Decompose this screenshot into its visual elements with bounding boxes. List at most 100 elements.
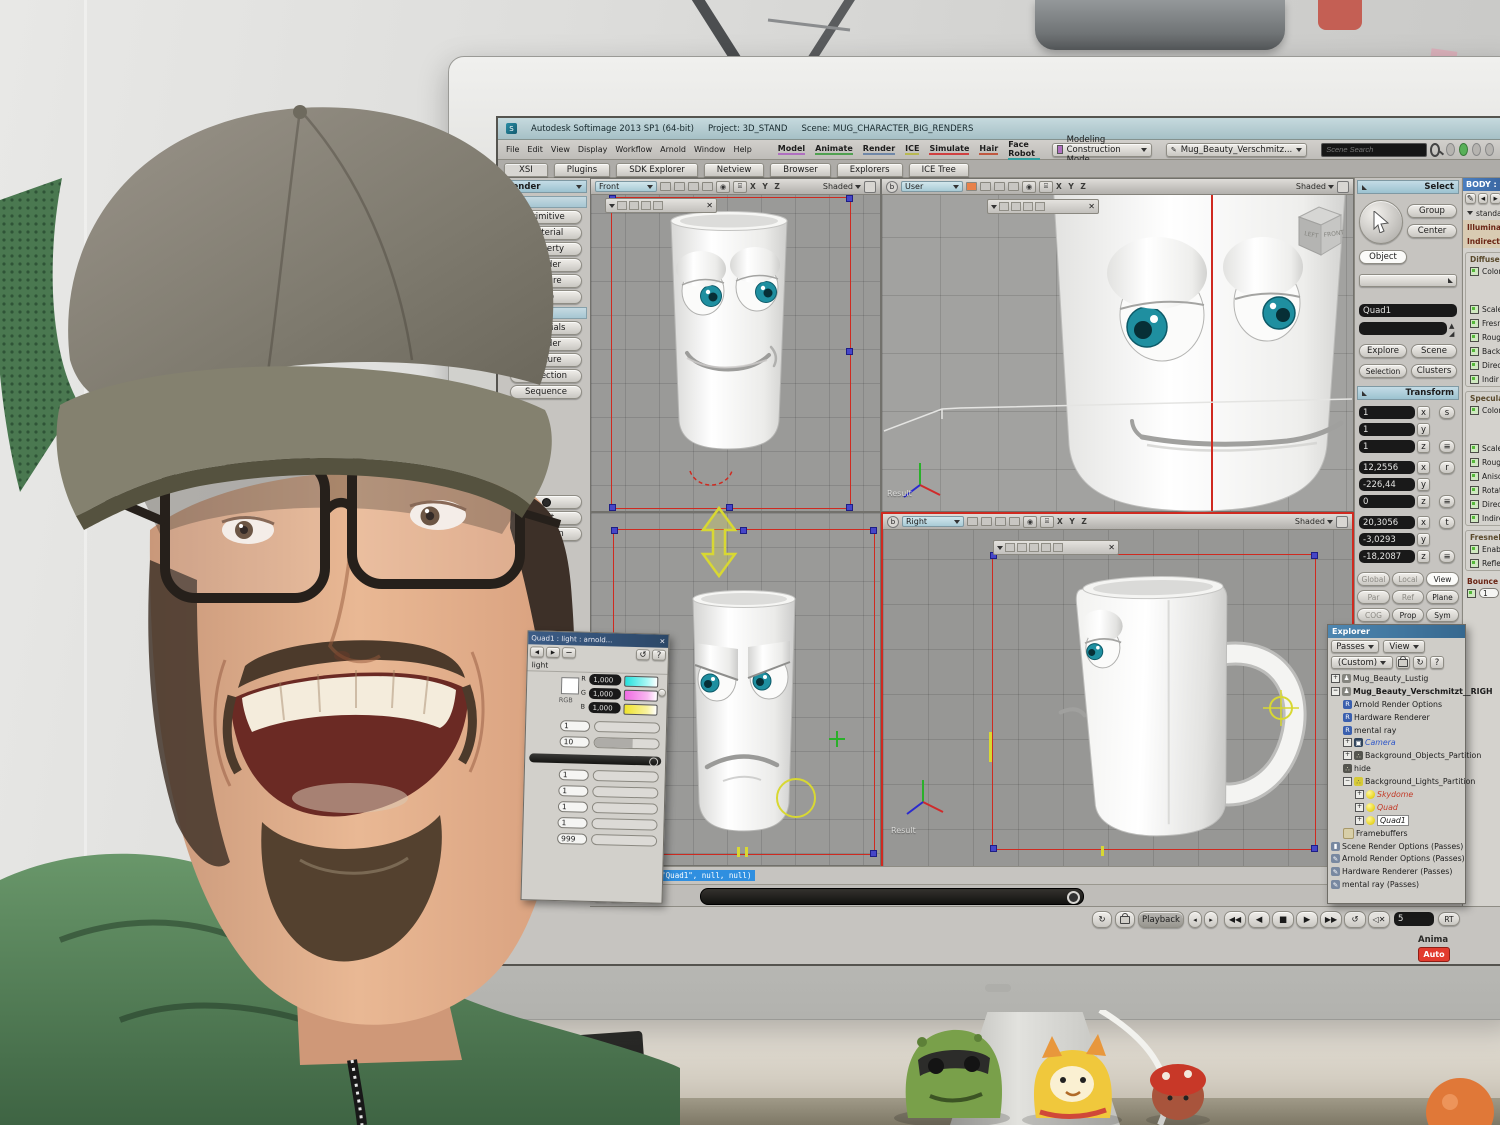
scale-x-field[interactable]: 1 bbox=[1359, 406, 1415, 419]
preset-row[interactable]: standa bbox=[1463, 206, 1500, 220]
pencil-icon[interactable]: ✎ bbox=[1465, 193, 1476, 204]
prev-icon[interactable]: ◂ bbox=[1478, 193, 1489, 204]
translate-mode-button[interactable]: t bbox=[1439, 516, 1455, 529]
tab-ice-tree[interactable]: ICE Tree bbox=[909, 163, 969, 177]
tree-row[interactable]: ∴hide bbox=[1328, 762, 1465, 775]
memo-cam-button[interactable] bbox=[702, 182, 713, 191]
param-row[interactable]: Enab bbox=[1466, 542, 1500, 556]
b-value-field[interactable]: 1,000 bbox=[588, 702, 620, 714]
viewport-front-minibar[interactable]: ✕ bbox=[605, 198, 717, 213]
help-icon[interactable]: ? bbox=[652, 649, 666, 660]
handle[interactable] bbox=[990, 845, 997, 852]
selected-object-field[interactable]: Quad1 bbox=[1359, 304, 1457, 317]
loop-mode-button[interactable]: ↻ bbox=[1092, 911, 1112, 928]
checkbox[interactable] bbox=[1470, 319, 1479, 328]
checkbox[interactable] bbox=[1470, 559, 1479, 568]
camera-icon[interactable]: ⌸ bbox=[1040, 516, 1054, 528]
param-field[interactable]: 1 bbox=[558, 801, 588, 813]
expander-icon[interactable]: + bbox=[1355, 803, 1364, 812]
tree-row[interactable]: RArnold Render Options bbox=[1328, 698, 1465, 711]
toolbar-icon-2[interactable] bbox=[1472, 143, 1481, 156]
tree-row[interactable]: +♟Mug_Beauty_Lustig bbox=[1328, 672, 1465, 685]
minus-icon[interactable]: − bbox=[562, 647, 576, 658]
param-row[interactable]: Aniso bbox=[1466, 469, 1500, 483]
axis-x-button[interactable]: x bbox=[1417, 406, 1430, 419]
tree-row[interactable]: +Quad bbox=[1328, 801, 1465, 814]
color-knob[interactable] bbox=[658, 689, 666, 697]
mode-cog-button[interactable]: COG bbox=[1357, 608, 1390, 622]
tab-illumination[interactable]: Illuminat bbox=[1463, 220, 1500, 234]
minibar-slot[interactable] bbox=[999, 202, 1009, 211]
expander-icon[interactable]: + bbox=[1343, 751, 1352, 760]
param-row[interactable]: Scale bbox=[1466, 302, 1500, 316]
explore-button[interactable]: Explore bbox=[1359, 344, 1407, 358]
search-icon[interactable] bbox=[1430, 143, 1440, 157]
secondary-name-field[interactable] bbox=[1359, 322, 1447, 335]
menu-render[interactable]: Render bbox=[863, 144, 895, 155]
viewport-user-camera-dropdown[interactable]: User bbox=[901, 181, 963, 192]
select-panel-header[interactable]: Select bbox=[1357, 180, 1459, 194]
param-row[interactable]: Refle bbox=[1466, 556, 1500, 570]
viewport-front-shading-dropdown[interactable]: Shaded bbox=[823, 182, 861, 191]
scale-z-field[interactable]: 1 bbox=[1359, 440, 1415, 453]
g-value-field[interactable]: 1,000 bbox=[589, 688, 621, 700]
memo-cam-button[interactable] bbox=[980, 182, 991, 191]
checkbox[interactable] bbox=[1467, 589, 1476, 598]
mode-local-button[interactable]: Local bbox=[1392, 572, 1424, 586]
clusters-button[interactable]: Clusters bbox=[1411, 364, 1457, 378]
param-row[interactable]: Roug bbox=[1466, 330, 1500, 344]
param-row[interactable]: Color bbox=[1466, 264, 1500, 278]
g-gradient-slider[interactable] bbox=[624, 690, 658, 702]
playback-menu-button[interactable]: Playback bbox=[1138, 911, 1184, 928]
group-button[interactable]: Group bbox=[1407, 204, 1457, 218]
axis-z-button[interactable]: z bbox=[1417, 495, 1430, 508]
color-swatch[interactable] bbox=[561, 677, 579, 694]
construction-mode-dropdown[interactable]: Modeling Construction Mode bbox=[1052, 143, 1152, 157]
expander-icon[interactable]: − bbox=[1331, 687, 1340, 696]
tree-row-selected[interactable]: +Quad1 bbox=[1328, 814, 1465, 827]
viewport-user-shading-dropdown[interactable]: Shaded bbox=[1296, 182, 1334, 191]
mode-sym-button[interactable]: Sym bbox=[1426, 608, 1459, 622]
viewport-right-minibar[interactable]: ✕ bbox=[993, 540, 1119, 555]
body-panel-title[interactable]: BODY : s bbox=[1463, 178, 1500, 191]
lock-button[interactable] bbox=[1396, 656, 1410, 669]
checkbox[interactable] bbox=[1470, 486, 1479, 495]
param-row[interactable]: Color bbox=[1466, 403, 1500, 417]
handle[interactable] bbox=[846, 195, 853, 202]
memo-cam-button[interactable] bbox=[967, 517, 978, 526]
menu-ice[interactable]: ICE bbox=[905, 144, 919, 155]
back-icon[interactable]: ◂ bbox=[530, 646, 544, 657]
handle[interactable] bbox=[1311, 845, 1318, 852]
model-selector-dropdown[interactable]: ✎ Mug_Beauty_Verschmitz... bbox=[1166, 143, 1307, 157]
param-field[interactable]: 1 bbox=[558, 785, 588, 797]
param-slider[interactable] bbox=[592, 802, 658, 815]
axis-z-button[interactable]: z bbox=[1417, 550, 1430, 563]
tree-row[interactable]: +Skydome bbox=[1328, 788, 1465, 801]
checkbox[interactable] bbox=[1470, 444, 1479, 453]
axis-y-button[interactable]: y bbox=[1417, 478, 1430, 491]
refresh-icon[interactable]: ↺ bbox=[636, 649, 650, 660]
autokey-button[interactable]: Auto bbox=[1418, 947, 1450, 962]
minibar-slot[interactable] bbox=[1005, 543, 1015, 552]
scene-search-input[interactable] bbox=[1321, 143, 1427, 157]
tab-browser[interactable]: Browser bbox=[770, 163, 830, 177]
scale-menu-button[interactable]: ≡ bbox=[1439, 440, 1455, 453]
checkbox[interactable] bbox=[1470, 514, 1479, 523]
manipulator-circle[interactable] bbox=[773, 775, 819, 821]
play-button[interactable]: ▶ bbox=[1296, 911, 1318, 928]
memo-cam-button[interactable] bbox=[966, 182, 977, 191]
param-row[interactable]: Indir bbox=[1466, 372, 1500, 386]
toolbar-icon-3[interactable] bbox=[1485, 143, 1494, 156]
minibar-slot[interactable] bbox=[1029, 543, 1039, 552]
menu-window[interactable]: Window bbox=[694, 145, 726, 154]
checkbox[interactable] bbox=[1470, 267, 1479, 276]
go-to-end-button[interactable]: ▶▶ bbox=[1320, 911, 1342, 928]
tree-row[interactable]: ▮Scene Render Options (Passes) bbox=[1328, 840, 1465, 853]
checkbox[interactable] bbox=[1470, 406, 1479, 415]
center-button[interactable]: Center bbox=[1407, 224, 1457, 238]
viewport-right-camera-dropdown[interactable]: Right bbox=[902, 516, 964, 527]
passes-menu-button[interactable]: Passes bbox=[1331, 640, 1379, 653]
param-slider[interactable] bbox=[592, 786, 658, 799]
translate-menu-button[interactable]: ≡ bbox=[1439, 550, 1455, 563]
minibar-slot[interactable] bbox=[1011, 202, 1021, 211]
